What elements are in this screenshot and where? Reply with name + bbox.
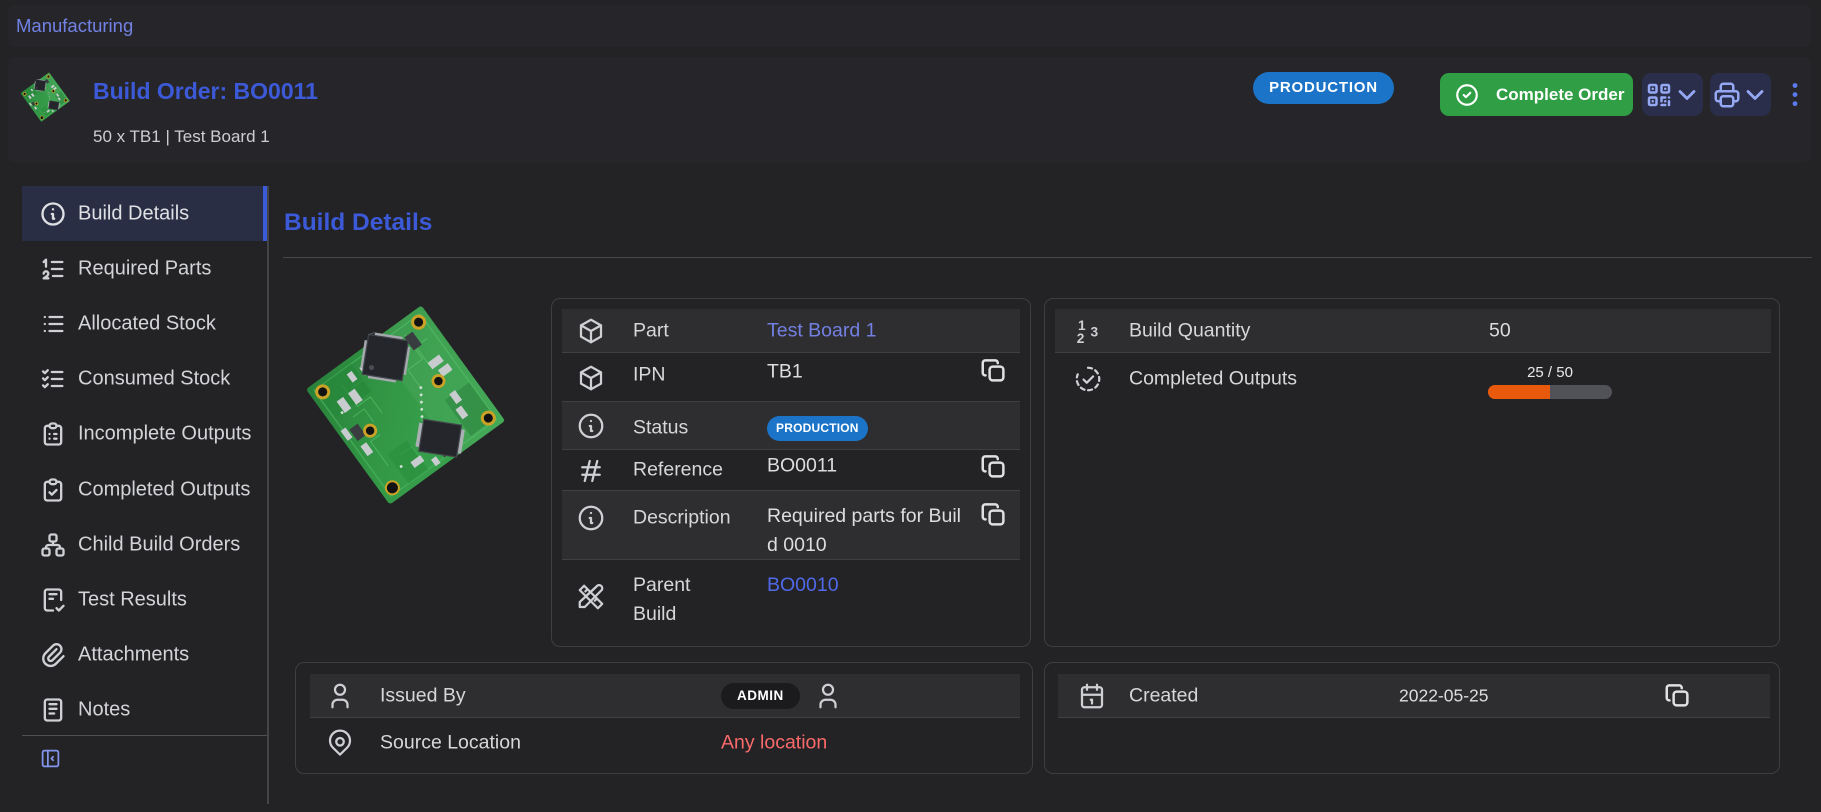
svg-text:2: 2 [1077,331,1085,346]
svg-text:3: 3 [1091,325,1099,340]
